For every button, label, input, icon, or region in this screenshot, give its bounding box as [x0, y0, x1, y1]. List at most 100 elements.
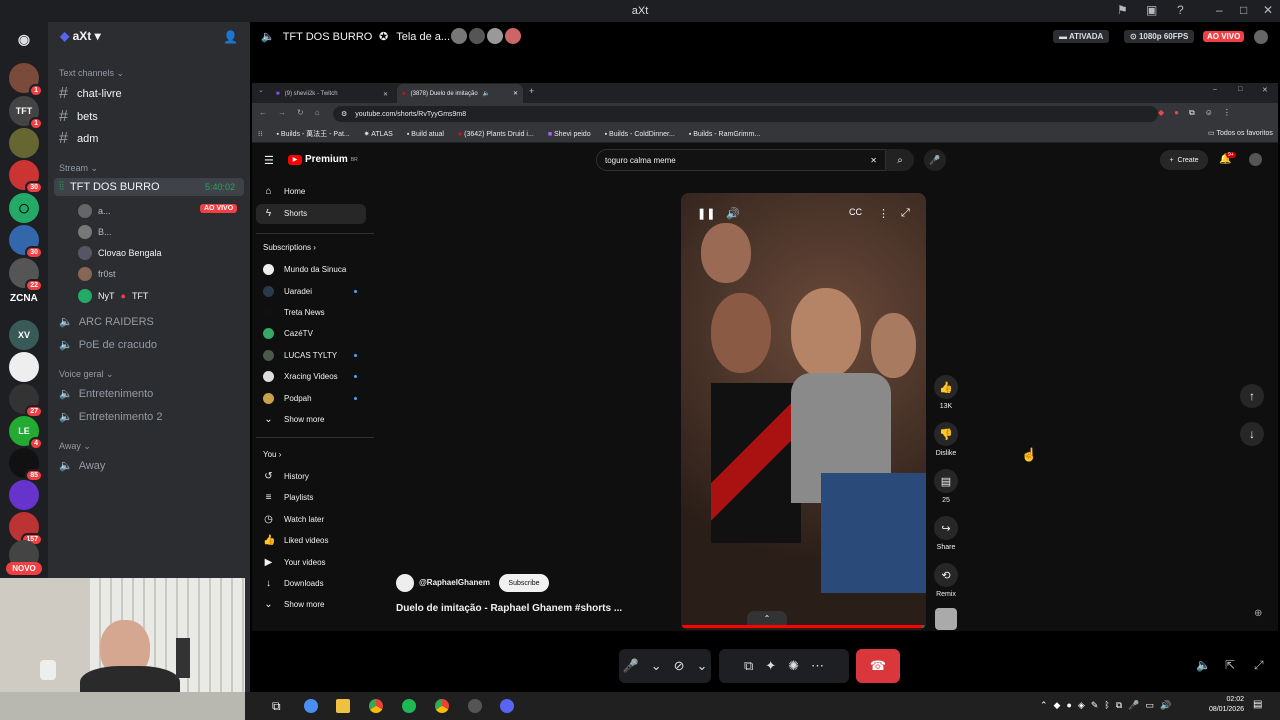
chrome-icon[interactable] — [369, 699, 383, 713]
tab-search-icon[interactable]: ⌄ — [258, 86, 264, 94]
volume-icon[interactable]: 🔊 — [726, 207, 740, 220]
tray-icon[interactable]: ● — [1066, 700, 1071, 711]
subscription-item[interactable]: Uaradei — [263, 286, 312, 297]
tray-icon[interactable]: ◈ — [1078, 700, 1085, 711]
server-icon[interactable] — [9, 480, 39, 510]
youtube-logo[interactable]: ▶ Premium BR — [288, 154, 358, 165]
pause-icon[interactable]: ❚❚ — [697, 207, 715, 220]
server-icon[interactable]: 1 — [9, 63, 43, 97]
tab-youtube[interactable]: ● (3878) Duelo de imitação 🔈 ✕ — [397, 84, 523, 103]
channel-handle[interactable]: @RaphaelGhanem — [419, 578, 490, 587]
add-user-icon[interactable]: 👤 — [223, 30, 238, 44]
member-item[interactable]: NyT ● TFT — [78, 289, 148, 303]
bookmark-item[interactable]: ✷ ATLAS — [364, 130, 393, 138]
apps-icon[interactable]: ⁝⁝ — [258, 130, 262, 138]
shorts-video[interactable]: ❚❚ 🔊 CC ⋮ ⤢ ⌃ — [681, 193, 926, 630]
like-button[interactable]: 👍 13K — [934, 375, 958, 410]
maximize-icon[interactable]: □ — [1240, 3, 1247, 17]
close-icon[interactable]: ✕ — [1263, 3, 1273, 17]
dislike-button[interactable]: 👎 Dislike — [934, 422, 958, 457]
file-explorer-icon[interactable] — [336, 699, 350, 713]
spotify-icon[interactable] — [402, 699, 416, 713]
subscription-item[interactable]: Treta News — [263, 307, 325, 318]
soundboard-icon[interactable]: ✺ — [788, 658, 799, 674]
more-icon[interactable]: ⋮ — [878, 207, 889, 220]
server-label[interactable]: ZCNA — [10, 293, 38, 304]
volume-icon[interactable]: 🔈 — [1196, 658, 1211, 672]
inbox-icon[interactable]: ⚑ — [1117, 3, 1128, 17]
forward-icon[interactable]: → — [278, 108, 286, 117]
chevron-up-icon[interactable]: ⌃ — [1040, 700, 1048, 711]
screen-share-icon[interactable]: ⧉ — [744, 658, 753, 674]
subscription-item[interactable]: LUCAS TYLTY — [263, 350, 337, 361]
nav-home[interactable]: ⌂ Home — [263, 186, 305, 197]
server-icon[interactable]: 22 — [9, 258, 43, 292]
popout-icon[interactable]: ⇱ — [1225, 658, 1235, 672]
site-info-icon[interactable]: ⚙ — [341, 110, 347, 118]
new-badge[interactable]: NOVO — [6, 562, 42, 575]
reload-icon[interactable]: ↻ — [297, 108, 304, 117]
profile-icon[interactable]: ☺ — [1205, 108, 1213, 118]
channel-adm[interactable]: # adm — [59, 130, 98, 148]
server-icon[interactable]: 27 — [9, 384, 43, 418]
subscription-item[interactable]: Mundo da Sinuca — [263, 264, 346, 275]
account-avatar[interactable] — [1249, 153, 1262, 166]
notifications-icon[interactable]: ▤ — [1253, 699, 1262, 710]
clock[interactable]: 02:02 08/01/2026 — [1200, 695, 1244, 715]
tray-icon[interactable]: ◆ — [1054, 700, 1061, 711]
category-voice[interactable]: Voice geral ⌄ — [59, 369, 114, 380]
menu-icon[interactable]: ⋮ — [1223, 108, 1231, 118]
server-icon[interactable]: 157 — [9, 512, 43, 546]
nav-downloads[interactable]: ↓ Downloads — [263, 578, 324, 589]
subscribe-button[interactable]: Subscribe — [499, 574, 549, 592]
nav-your-videos[interactable]: ▶ Your videos — [263, 557, 326, 568]
more-icon[interactable]: ⋯ — [811, 658, 824, 674]
subscription-item[interactable]: Xracing Videos — [263, 371, 338, 382]
bookmark-item[interactable]: ▪ Builds - RamGrimm... — [689, 131, 760, 138]
search-button[interactable]: ⌕ — [886, 149, 914, 171]
help-icon[interactable]: ? — [1177, 3, 1184, 17]
close-icon[interactable]: ✕ — [1262, 86, 1268, 94]
share-button[interactable]: ↪ Share — [934, 516, 958, 551]
extensions-icon[interactable]: ⧉ — [1189, 108, 1195, 118]
extension-icon[interactable]: ◆ — [1158, 108, 1164, 118]
member-item[interactable]: B... — [78, 225, 112, 239]
nav-shorts[interactable]: ϟ Shorts — [263, 208, 307, 219]
server-icon[interactable]: ◯ — [9, 193, 39, 223]
fullscreen-icon[interactable]: ⤢ — [1254, 658, 1264, 673]
channel-chat-livre[interactable]: # chat-livre — [59, 85, 122, 103]
bookmark-item[interactable]: ▪ Builds - 萬法王 - Pat... — [276, 129, 349, 139]
microphone-icon[interactable]: 🎤 — [623, 658, 639, 674]
member-item[interactable]: fr0st — [78, 267, 116, 281]
subscription-item[interactable]: Podpah — [263, 393, 312, 404]
nav-watch-later[interactable]: ◷ Watch later — [263, 514, 324, 525]
bookmark-item[interactable]: ■ Shevi peido — [548, 131, 591, 138]
activity-controls[interactable]: ⧉ ✦ ✺ ⋯ — [719, 649, 849, 683]
back-icon[interactable]: ← — [259, 108, 267, 117]
voice-channel-entretenimento-2[interactable]: 🔈 Entretenimento 2 — [59, 410, 162, 424]
video-title[interactable]: Duelo de imitação - Raphael Ghanem #shor… — [396, 603, 622, 614]
nav-liked-videos[interactable]: 👍 Liked videos — [263, 535, 328, 546]
category-stream[interactable]: Stream ⌄ — [59, 163, 98, 174]
show-more-subscriptions[interactable]: ⌄ Show more — [263, 414, 324, 425]
url-bar[interactable]: ⚙ youtube.com/shorts/RvTyyGms9m8 — [333, 106, 1158, 122]
maximize-icon[interactable]: □ — [1238, 86, 1242, 93]
close-tab-icon[interactable]: ✕ — [383, 91, 392, 98]
remix-button[interactable]: ⟲ Remix — [934, 563, 958, 598]
server-icon[interactable] — [9, 352, 39, 382]
discord-home-icon[interactable]: ◉ — [9, 24, 39, 54]
disconnect-button[interactable]: ☎ — [856, 649, 900, 683]
you-header[interactable]: You › — [263, 450, 281, 459]
category-text[interactable]: Text channels ⌄ — [59, 68, 124, 79]
nav-playlists[interactable]: ≡ Playlists — [263, 492, 314, 503]
previous-short-button[interactable]: ↑ — [1240, 384, 1264, 408]
task-view-icon[interactable]: ⧉ — [272, 699, 281, 714]
comments-button[interactable]: ▤ 25 — [934, 469, 958, 504]
server-icon[interactable]: 30 — [9, 160, 43, 194]
voice-channel-poe[interactable]: 🔈 PoE de cracudo — [59, 338, 157, 352]
expand-icon[interactable]: ⌃ — [747, 611, 787, 625]
bookmark-item[interactable]: ▪ Builds - ColdDinner... — [605, 131, 675, 138]
next-short-button[interactable]: ↓ — [1240, 422, 1264, 446]
chrome-icon[interactable] — [435, 699, 449, 713]
show-more-you[interactable]: ⌄ Show more — [263, 599, 324, 610]
